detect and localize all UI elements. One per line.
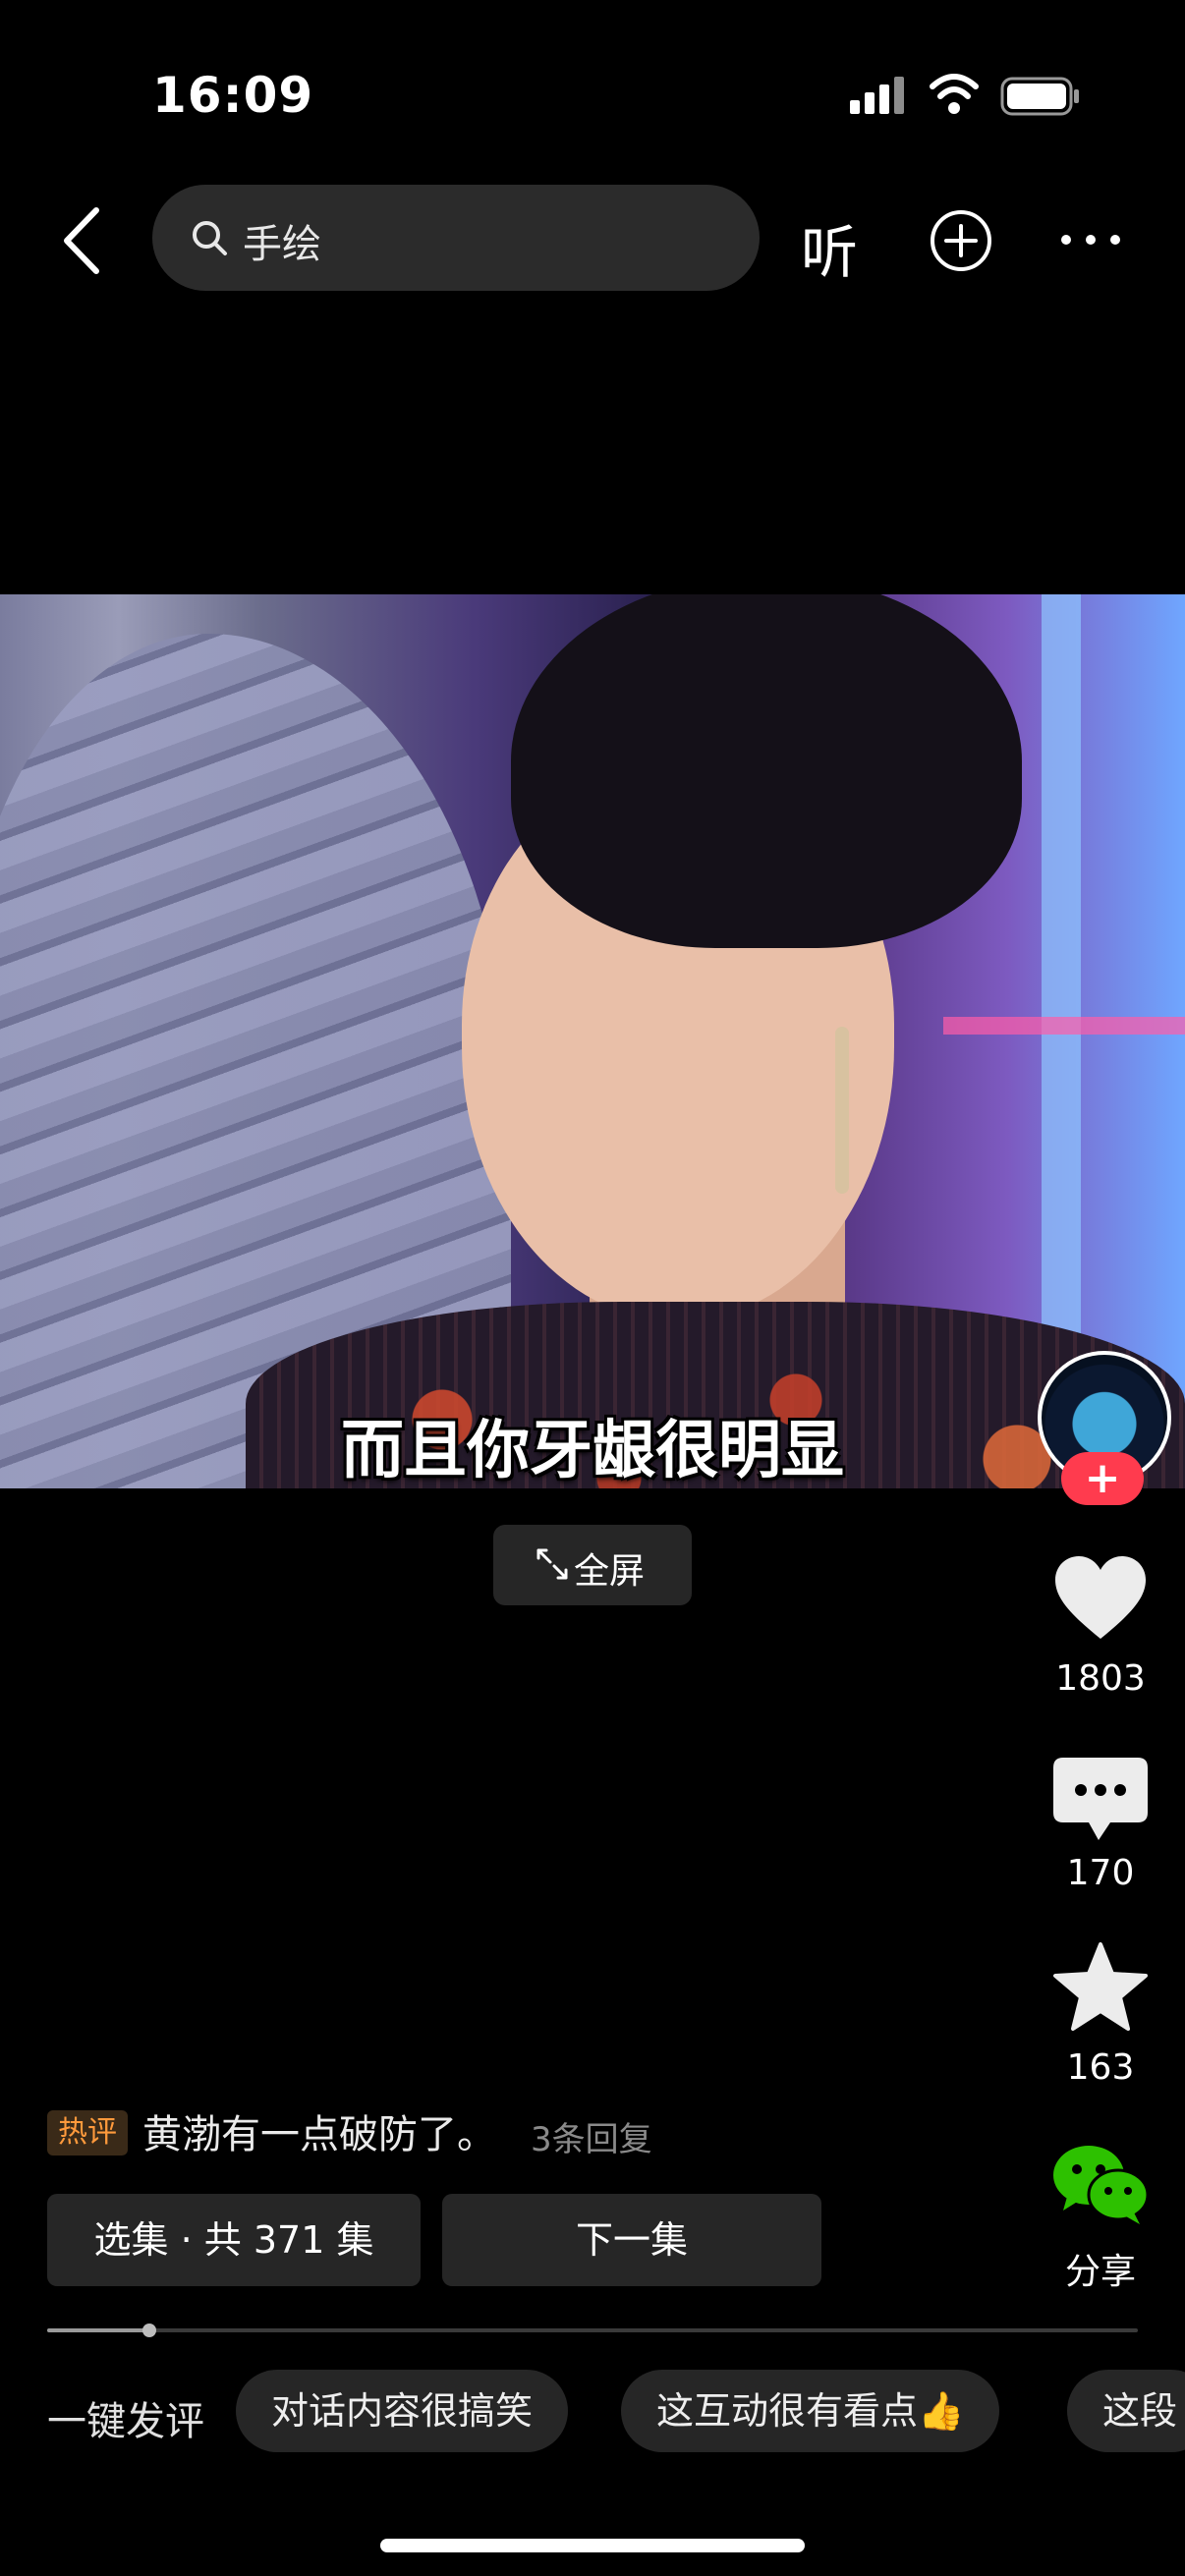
comment-count: 170 (1066, 1853, 1135, 1893)
back-arrow-icon[interactable] (49, 196, 118, 285)
video-person-hair (511, 594, 1022, 948)
star-icon[interactable] (1049, 1940, 1152, 2033)
search-icon (193, 221, 227, 255)
fullscreen-button[interactable]: 全屏 (493, 1525, 692, 1605)
home-indicator (380, 2539, 805, 2552)
next-episode-button[interactable]: 下一集 (442, 2194, 821, 2286)
hot-comment-text[interactable]: 黄渤有一点破防了。 (142, 2102, 496, 2159)
follow-plus-icon: + (1084, 1453, 1121, 1503)
video-background-light (943, 1017, 1185, 1035)
favorite-count: 163 (1066, 2047, 1135, 2088)
quick-comment-label: 一键发评 (47, 2399, 204, 2444)
fullscreen-label: 全屏 (574, 1551, 646, 1592)
hot-comment-tag: 热评 (47, 2110, 128, 2156)
hot-comment-replies[interactable]: 3条回复 (531, 2112, 652, 2160)
search-query: 手绘 (243, 222, 321, 267)
quick-comment-chip[interactable]: 对话内容很搞笑 (236, 2370, 569, 2452)
progress-handle[interactable] (142, 2324, 156, 2337)
status-time: 16:09 (152, 67, 314, 124)
video-person-earring (835, 1027, 849, 1194)
plus-circle-icon[interactable] (929, 208, 993, 273)
wechat-icon[interactable] (1049, 2140, 1152, 2228)
more-icon[interactable] (1056, 228, 1125, 252)
progress-fill (47, 2328, 149, 2332)
quick-comment-chip[interactable]: 这段 (1067, 2370, 1185, 2452)
like-count: 1803 (1055, 1658, 1146, 1699)
comment-icon[interactable] (1049, 1752, 1152, 1846)
video-subtitle: 而且你牙龈很明显 (341, 1415, 844, 1487)
search-bar[interactable]: 手绘 (152, 185, 760, 291)
video-player[interactable]: 而且你牙龈很明显 (0, 594, 1185, 1488)
listen-button[interactable]: 听 (801, 206, 858, 289)
heart-icon[interactable] (1049, 1552, 1152, 1643)
battery-icon (1000, 77, 1079, 116)
share-label[interactable]: 分享 (1012, 2243, 1185, 2294)
expand-icon (536, 1548, 568, 1580)
select-episode-button[interactable]: 选集 · 共 371 集 (47, 2194, 421, 2286)
quick-comment-chip[interactable]: 这互动很有看点👍 (621, 2370, 1000, 2452)
wifi-icon (930, 74, 979, 114)
progress-track[interactable] (47, 2328, 1138, 2332)
cellular-signal-icon (850, 77, 904, 114)
